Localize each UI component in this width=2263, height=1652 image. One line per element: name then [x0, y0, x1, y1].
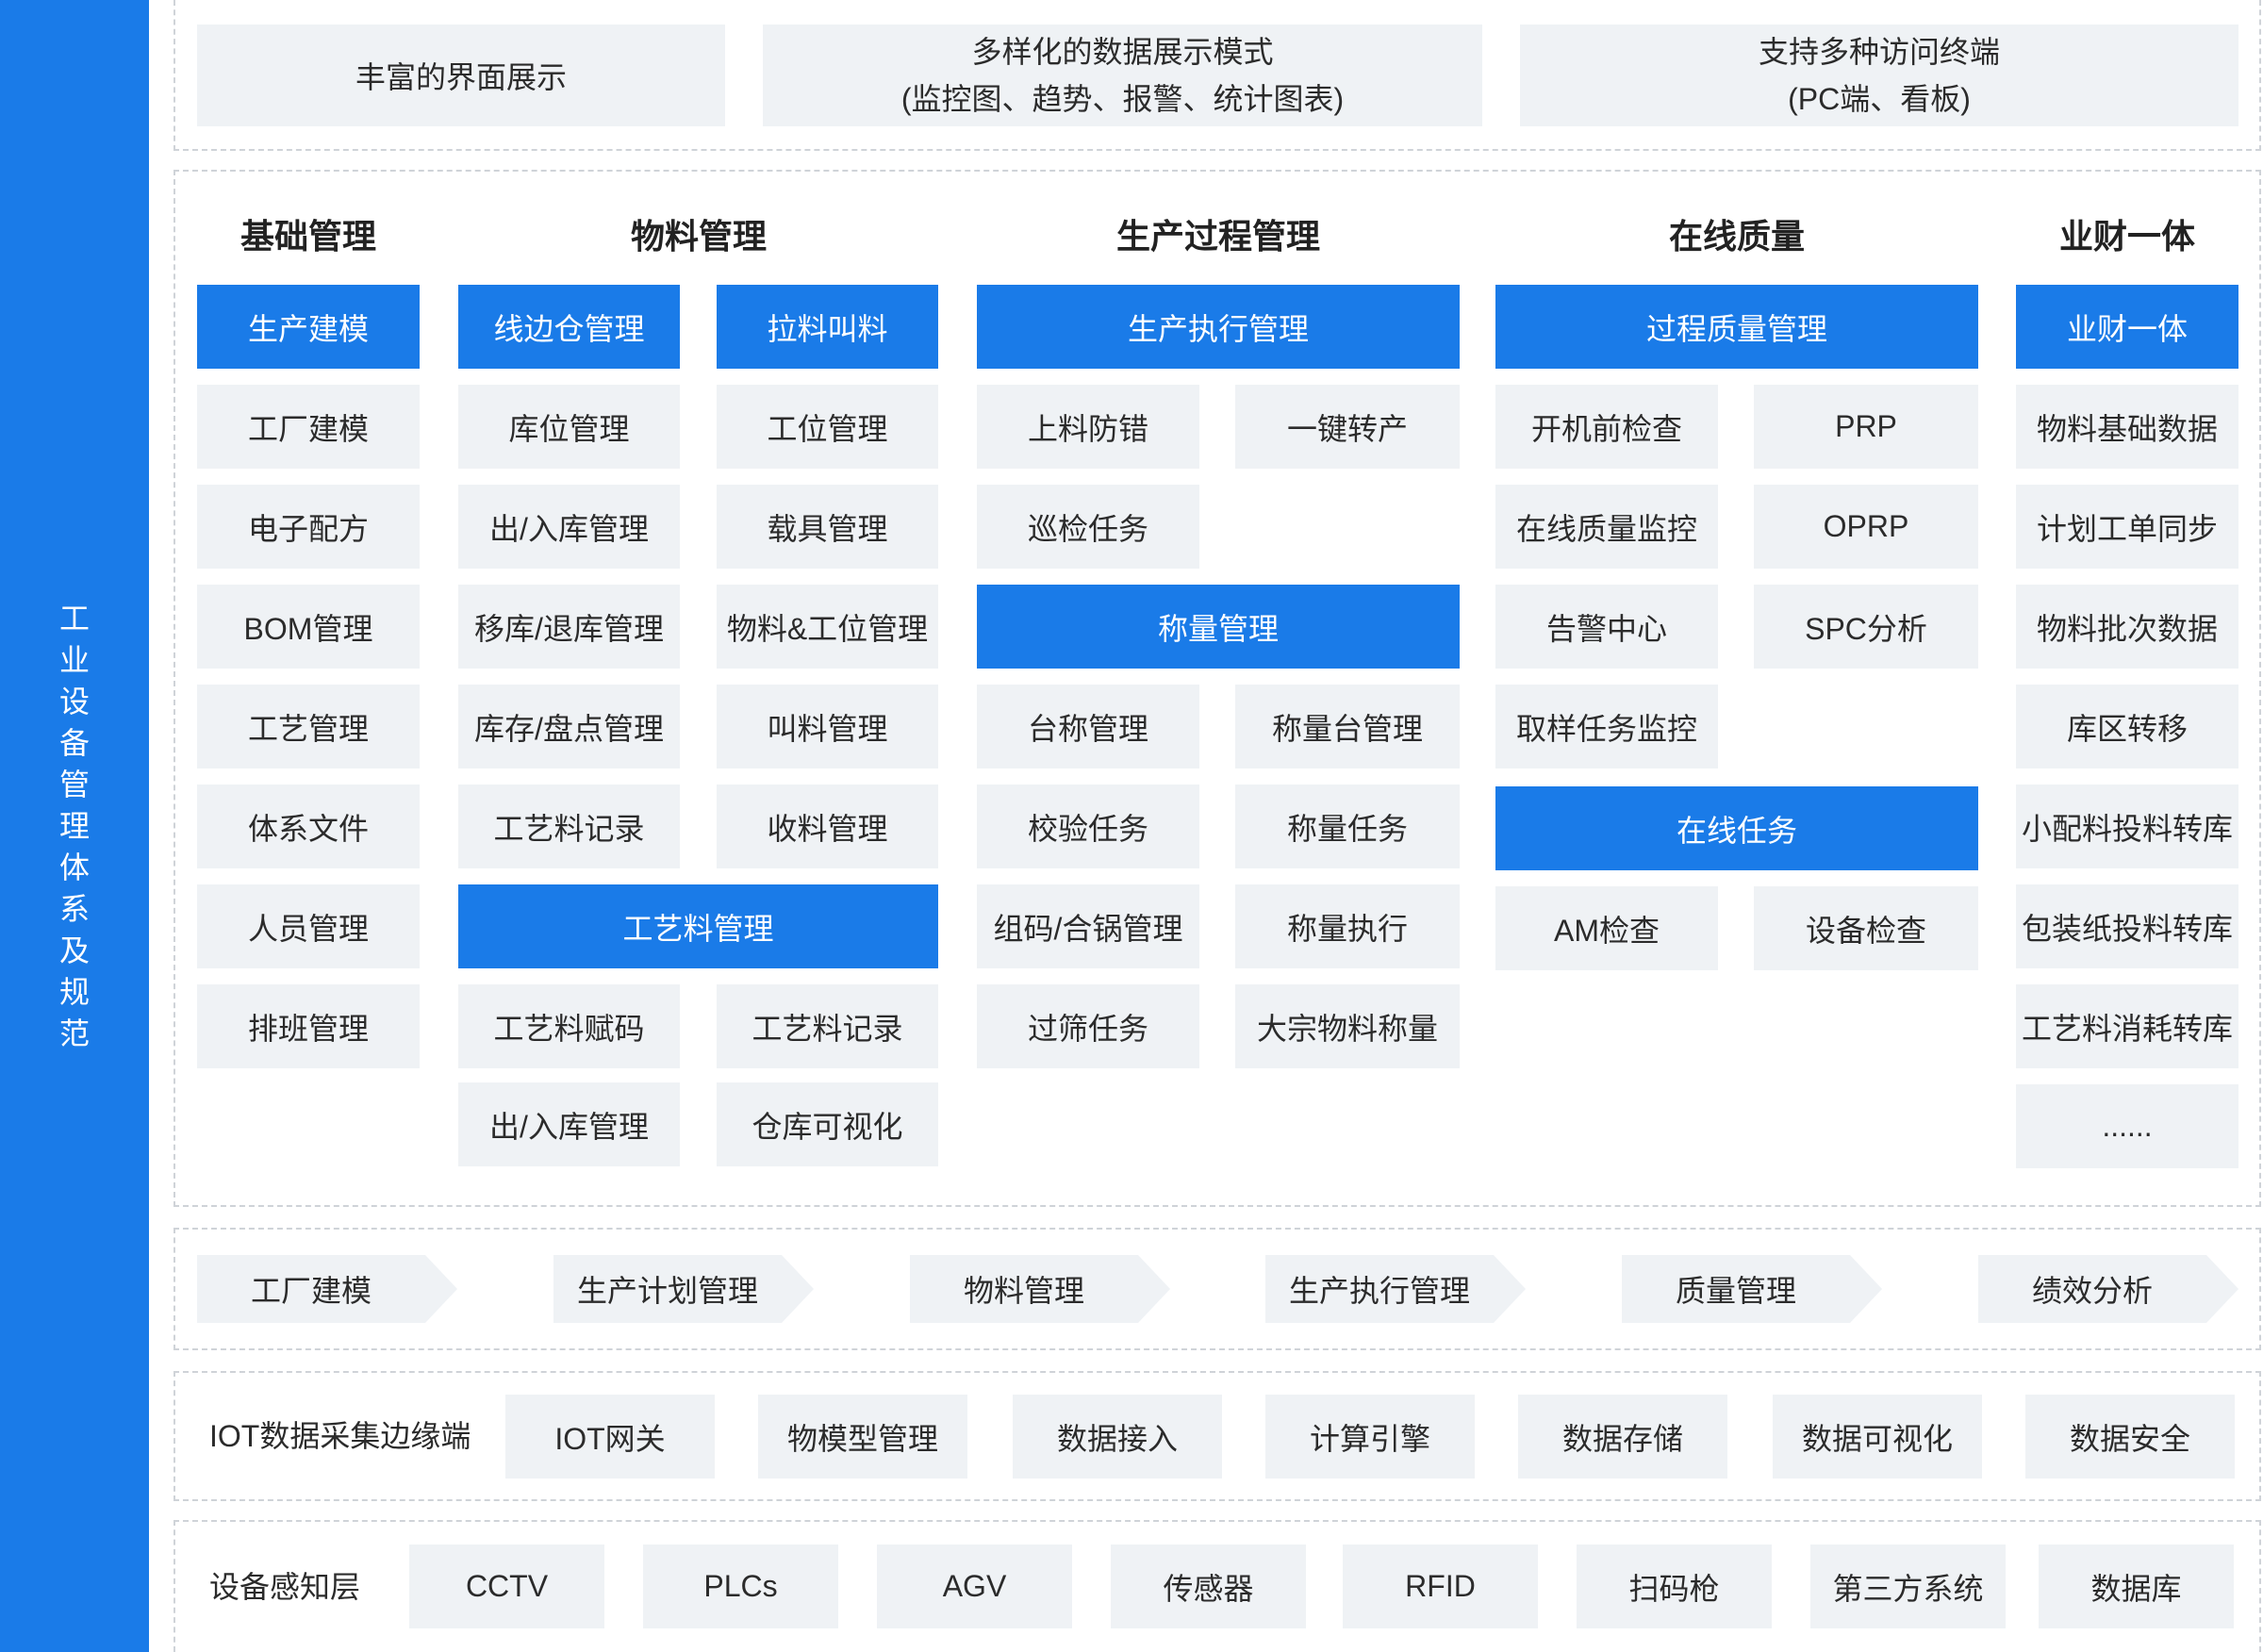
module-item: 人员管理 — [197, 884, 420, 968]
flow-step: 物料管理 — [910, 1255, 1170, 1323]
module-item: 叫料管理 — [717, 685, 938, 768]
module-item: 计划工单同步 — [2016, 485, 2238, 569]
module-item: 仓库可视化 — [717, 1082, 938, 1166]
module-item: PRP — [1754, 385, 1978, 469]
module-item: 库区转移 — [2016, 685, 2238, 768]
module-wuliao-subtitle: 工艺料管理 — [458, 884, 938, 968]
device-item: CCTV — [409, 1545, 604, 1628]
module-item: 载具管理 — [717, 485, 938, 569]
module-item: 出/入库管理 — [458, 1082, 680, 1166]
flow-step: 绩效分析 — [1978, 1255, 2238, 1323]
module-item: 上料防错 — [977, 385, 1199, 469]
module-item: 工艺料消耗转库 — [2016, 984, 2238, 1068]
device-label: 设备感知层 — [209, 1570, 361, 1604]
device-item: RFID — [1343, 1545, 1538, 1628]
module-item: 称量台管理 — [1235, 685, 1460, 768]
flow-step: 生产执行管理 — [1265, 1255, 1526, 1323]
module-item: 巡检任务 — [977, 485, 1199, 569]
module-zhiliang-subtitle: 在线任务 — [1495, 786, 1978, 870]
module-item: 工艺料记录 — [458, 785, 680, 868]
device-item: 传感器 — [1111, 1545, 1306, 1628]
module-item: ...... — [2016, 1084, 2238, 1168]
top-item-subtext: (监控图、趋势、报警、统计图表) — [900, 82, 1345, 116]
module-item: SPC分析 — [1754, 585, 1978, 669]
module-yecai-title: 业财一体 — [2016, 285, 2238, 369]
module-zhiliang-title: 过程质量管理 — [1495, 285, 1978, 369]
module-item: 库位管理 — [458, 385, 680, 469]
module-item: 物料基础数据 — [2016, 385, 2238, 469]
module-item: 排班管理 — [197, 984, 420, 1068]
device-item: 第三方系统 — [1810, 1545, 2006, 1628]
top-item-text: 多样化的数据展示模式 — [971, 35, 1274, 69]
module-item: 称量任务 — [1235, 785, 1460, 868]
module-jichu-title: 生产建模 — [197, 285, 420, 369]
sidebar: 工业设备管理体系及规范 — [0, 0, 149, 1652]
module-item: 工艺管理 — [197, 685, 420, 768]
module-item: 出/入库管理 — [458, 485, 680, 569]
flow-step: 工厂建模 — [197, 1255, 457, 1323]
top-item-subtext: (PC端、看板) — [1788, 82, 1971, 116]
heading-wuliao: 物料管理 — [630, 217, 767, 256]
module-item: 物料批次数据 — [2016, 585, 2238, 669]
module-item: 开机前检查 — [1495, 385, 1718, 469]
heading-jichu: 基础管理 — [240, 217, 376, 256]
device-item: AGV — [877, 1545, 1072, 1628]
module-item: 电子配方 — [197, 485, 420, 569]
device-item: PLCs — [643, 1545, 838, 1628]
iot-item: 数据接入 — [1013, 1395, 1222, 1479]
module-item: AM检查 — [1495, 886, 1718, 970]
module-item: 台称管理 — [977, 685, 1199, 768]
iot-item: 数据存储 — [1518, 1395, 1727, 1479]
iot-item: 物模型管理 — [758, 1395, 967, 1479]
device-item: 数据库 — [2039, 1545, 2234, 1628]
heading-yecai: 业财一体 — [2058, 217, 2195, 256]
iot-item: 数据可视化 — [1773, 1395, 1982, 1479]
top-item: 丰富的界面展示 — [197, 25, 725, 126]
top-item: 多样化的数据展示模式 (监控图、趋势、报警、统计图表) — [763, 25, 1482, 126]
module-wuliao-title: 线边仓管理 — [458, 285, 680, 369]
module-item: 一键转产 — [1235, 385, 1460, 469]
module-item: 工厂建模 — [197, 385, 420, 469]
module-item: 组码/合锅管理 — [977, 884, 1199, 968]
device-item: 扫码枪 — [1577, 1545, 1772, 1628]
module-item: 校验任务 — [977, 785, 1199, 868]
module-wuliao-title: 拉料叫料 — [717, 285, 938, 369]
module-item: 物料&工位管理 — [717, 585, 938, 669]
module-item: 设备检查 — [1754, 886, 1978, 970]
module-item: BOM管理 — [197, 585, 420, 669]
module-item: 体系文件 — [197, 785, 420, 868]
module-item: 收料管理 — [717, 785, 938, 868]
iot-label: IOT数据采集边缘端 — [209, 1419, 471, 1453]
module-item: 取样任务监控 — [1495, 685, 1718, 768]
heading-zhiliang: 在线质量 — [1668, 217, 1805, 256]
iot-item: IOT网关 — [505, 1395, 715, 1479]
module-item: 工艺料记录 — [717, 984, 938, 1068]
module-item: 库存/盘点管理 — [458, 685, 680, 768]
module-item: 大宗物料称量 — [1235, 984, 1460, 1068]
top-item-text: 丰富的界面展示 — [355, 60, 567, 94]
module-item: OPRP — [1754, 485, 1978, 569]
module-item: 过筛任务 — [977, 984, 1199, 1068]
flow-step: 质量管理 — [1622, 1255, 1882, 1323]
module-item: 包装纸投料转库 — [2016, 884, 2238, 968]
module-shengchan-title: 生产执行管理 — [977, 285, 1460, 369]
iot-item: 计算引擎 — [1265, 1395, 1475, 1479]
top-item: 支持多种访问终端 (PC端、看板) — [1520, 25, 2238, 126]
module-item: 工艺料赋码 — [458, 984, 680, 1068]
module-shengchan-subtitle: 称量管理 — [977, 585, 1460, 669]
module-item: 在线质量监控 — [1495, 485, 1718, 569]
iot-item: 数据安全 — [2025, 1395, 2235, 1479]
module-item: 告警中心 — [1495, 585, 1718, 669]
heading-shengchan: 生产过程管理 — [1115, 217, 1320, 256]
module-item: 称量执行 — [1235, 884, 1460, 968]
module-item: 工位管理 — [717, 385, 938, 469]
module-item: 移库/退库管理 — [458, 585, 680, 669]
flow-step: 生产计划管理 — [553, 1255, 814, 1323]
sidebar-title: 工业设备管理体系及规范 — [58, 602, 90, 1050]
flow-layer — [173, 1228, 2261, 1350]
top-item-text: 支持多种访问终端 — [1758, 35, 2000, 69]
module-item: 小配料投料转库 — [2016, 785, 2238, 868]
